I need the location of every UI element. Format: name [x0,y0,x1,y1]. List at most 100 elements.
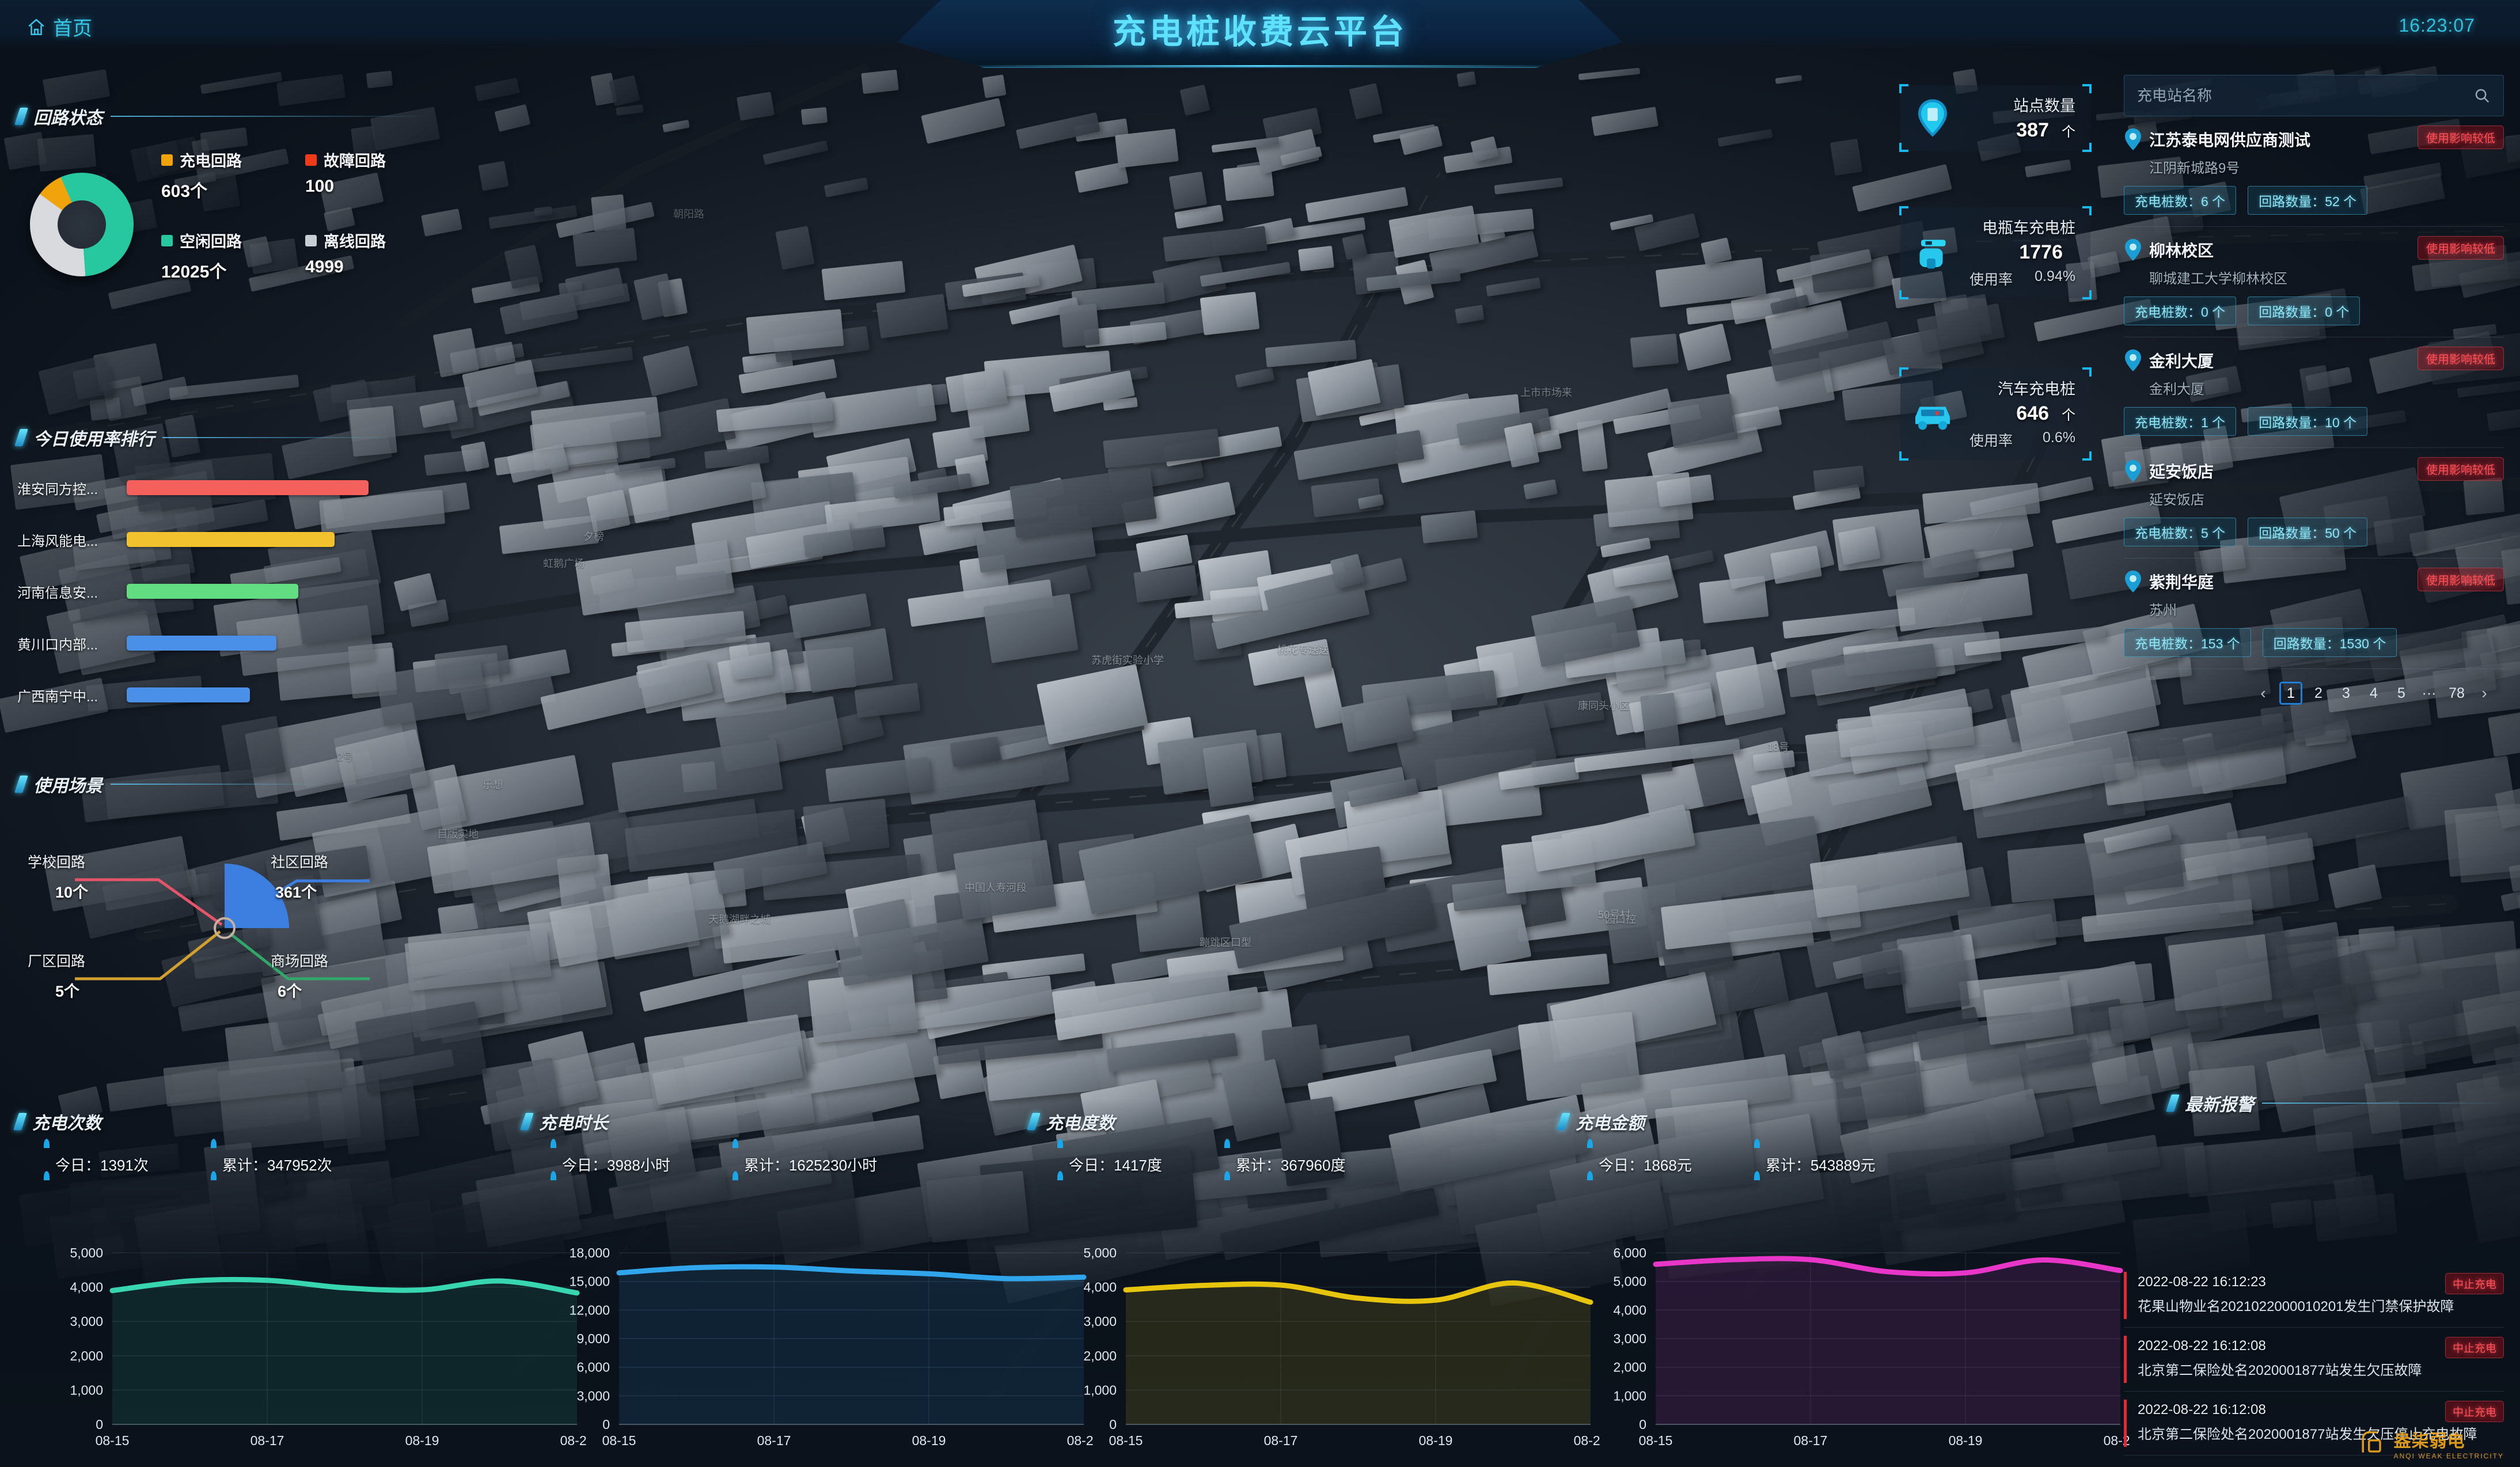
location-pin-icon [2125,460,2141,482]
chart-heading: 充电金额 [1557,1109,1645,1134]
circuit-item-label: 离线回路 [324,233,386,250]
station-address: 江阴新城路9号 [2149,161,2240,176]
ranking-row[interactable]: 广西南宁中... [17,679,386,710]
y-tick-label: 1,000 [1083,1382,1117,1397]
search-input[interactable] [2137,86,2473,105]
legend-dot-icon [305,154,317,166]
circuit-item-label: 故障回路 [324,153,386,170]
station-pile-count: 充电桩数：5 个 [2124,518,2237,546]
corner-decor [1899,451,1908,461]
corner-decor [2082,143,2092,152]
circuit-item-0[interactable]: 充电回路 603个 [161,149,242,202]
corner-decor [2082,367,2092,377]
map-stat-box: 站点数量 387 个 [1899,84,2092,152]
chart-heading: 充电时长 [520,1109,608,1134]
station-list-item[interactable]: 金利大厦 使用影响较低 金利大厦 充电桩数：1 个回路数量：10 个 [2124,337,2504,448]
station-loop-count: 回路数量：10 个 [2248,407,2368,436]
station-name: 延安饭店 [2149,463,2214,481]
corner-decor [2082,84,2092,93]
ranking-row[interactable]: 上海风能电... [17,524,386,555]
pagination-page-last[interactable]: 78 [2445,682,2468,705]
y-tick-label: 4,000 [1083,1280,1117,1295]
ranking-row[interactable]: 黄川口内部... [17,628,386,659]
map-stat-stations[interactable]: 站点数量 387 个 [1899,84,2092,152]
circuit-item-2[interactable]: 空闲回路 12025个 [161,229,242,283]
station-name: 紫荆华庭 [2149,573,2214,591]
map-stat-ebike[interactable]: 电瓶车充电桩 1776 使用率 0.94% [1899,206,2092,299]
map-stat-label: 汽车充电桩 [1998,381,2075,398]
x-tick-label: 08-15 [1639,1433,1673,1448]
corner-decor [2082,451,2092,461]
y-tick-label: 9,000 [576,1331,610,1346]
pagination-page-5[interactable]: 5 [2390,682,2413,705]
station-list-item[interactable]: 柳林校区 使用影响较低 聊城建工大学柳林校区 充电桩数：0 个回路数量：0 个 [2124,227,2504,337]
y-tick-label: 2,000 [1613,1360,1646,1375]
circuit-item-3[interactable]: 离线回路 4999 [305,229,386,277]
ranking-bar [127,687,251,702]
y-tick-label: 0 [96,1417,103,1432]
pagination-prev[interactable]: ‹ [2252,682,2275,705]
alarm-text: 花果山物业名2021022000010201发生门禁保护故障 [2138,1298,2454,1314]
pagination-page-4[interactable]: 4 [2362,682,2385,705]
station-list-item[interactable]: 紫荆华庭 使用影响较低 苏州 充电桩数：153 个回路数量：1530 个 [2124,558,2504,669]
scene-value-school: 10个 [55,884,89,901]
pagination-next[interactable]: › [2473,682,2496,705]
chart-area [619,1267,1084,1424]
ranking-bar [127,584,299,599]
station-search[interactable] [2124,75,2504,116]
alarms-title: 最新报警 [2185,1096,2254,1115]
map-stat-car[interactable]: 汽车充电桩 646 个 使用率 0.6% [1899,367,2092,461]
circuit-item-value: 12025 [161,263,210,282]
y-tick-label: 6,000 [1613,1245,1646,1260]
station-status-badge: 使用影响较低 [2417,126,2504,149]
watermark: 盎柒弱电 ANQI WEAK ELECTRICITY [2356,1427,2504,1460]
pagination-page-1[interactable]: 1 [2279,682,2302,705]
chart-charge-amount: 充电金额 今日：1868元 累计：543889元 0 1,000 2,000 3,000 4,… [1555,1109,2131,1454]
search-icon[interactable] [2473,87,2491,104]
ranking-row[interactable]: 河南信息安... [17,576,386,607]
station-address: 苏州 [2149,603,2177,618]
chart-title: 充电金额 [1576,1114,1645,1133]
y-tick-label: 4,000 [70,1280,103,1295]
map-stat-unit: 个 [2062,124,2075,140]
pagination-ellipsis: ··· [2422,685,2436,701]
home-breadcrumb[interactable]: 首页 [26,13,92,41]
ranking-row[interactable]: 淮安同方控... [17,472,386,503]
alarm-item[interactable]: 2022-08-22 16:12:23 中止充电 花果山物业名20210220000… [2124,1264,2504,1328]
location-pin-icon [2125,128,2141,150]
home-label: 首页 [53,18,92,40]
home-icon [28,18,44,35]
heading-rule [2262,1103,2504,1104]
map-stat-unit: 个 [2062,408,2075,423]
alarm-item[interactable]: 2022-08-22 16:12:08 中止充电 北京第二保险处名202000187… [2124,1328,2504,1392]
y-tick-label: 15,000 [570,1274,610,1289]
station-list-item[interactable]: 延安饭店 使用影响较低 延安饭店 充电桩数：5 个回路数量：50 个 [2124,448,2504,558]
station-name: 柳林校区 [2149,242,2214,260]
x-tick-label: 08-17 [1794,1433,1828,1448]
ranking-bar [127,480,369,495]
pagination-page-2[interactable]: 2 [2307,682,2330,705]
circuit-status-title: 回路状态 [33,109,103,128]
station-loop-count: 回路数量：52 个 [2248,186,2368,215]
location-pin-icon [2125,349,2141,371]
station-name: 江苏泰电网供应商测试 [2149,131,2311,149]
chart-area [1656,1259,2120,1424]
station-list-item[interactable]: 江苏泰电网供应商测试 使用影响较低 江阴新城路9号 充电桩数：6 个回路数量：52 个 [2124,116,2504,227]
x-tick-label: 08-19 [912,1433,946,1448]
heading-rule [111,784,329,785]
x-tick-label: 08-17 [757,1433,791,1448]
circuit-item-1[interactable]: 故障回路 100 [305,149,386,196]
watermark-logo-icon [2362,1431,2381,1453]
usage-scene-heading: 使用场景 [14,771,329,797]
chart-charge-kwh: 充电度数 今日：1417度 累计：367960度 0 1,000 2,000 3,000 4,… [1025,1109,1601,1454]
station-list: 江苏泰电网供应商测试 使用影响较低 江阴新城路9号 充电桩数：6 个回路数量：52 个… [2124,116,2504,669]
x-tick-label: 08-15 [96,1433,130,1448]
heading-rule [111,116,433,117]
corner-decor [2082,206,2092,215]
pagination-page-3[interactable]: 3 [2335,682,2358,705]
corner-decor [2082,290,2092,299]
chart-heading: 充电度数 [1027,1109,1115,1134]
ranking-bar [127,636,277,651]
y-tick-label: 18,000 [570,1245,610,1260]
circuit-item-value: 100 [305,177,335,196]
